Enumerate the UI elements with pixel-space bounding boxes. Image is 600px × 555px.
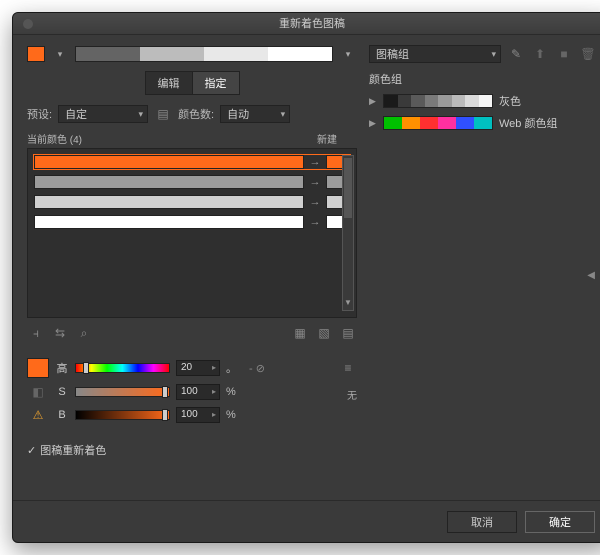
- brightness-field[interactable]: 100: [176, 407, 220, 423]
- dialog-footer: 取消 确定: [13, 500, 600, 542]
- tool-find-icon[interactable]: ⌕: [75, 324, 93, 342]
- right-panel: 图稿组 ✎ ⬆ ■ 🗑 颜色组 ▶ 灰色 ▶ Web 颜色组 ◀: [369, 45, 597, 495]
- arrow-right-icon[interactable]: →: [308, 196, 322, 208]
- convert-icon[interactable]: ◧: [27, 383, 49, 401]
- current-color-bar[interactable]: [34, 175, 304, 189]
- trash-icon: 🗑: [579, 45, 597, 63]
- hue-label: 高: [55, 360, 69, 376]
- group-swatch-web: [383, 116, 493, 130]
- color-row[interactable]: →: [34, 155, 350, 169]
- color-count-dropdown[interactable]: 自动: [220, 105, 290, 123]
- slider-menu-icon[interactable]: ≡: [339, 359, 357, 377]
- base-color-swatch[interactable]: [27, 46, 45, 62]
- color-count-label: 颜色数:: [178, 106, 214, 122]
- saturation-field[interactable]: 100: [176, 384, 220, 400]
- cancel-button[interactable]: 取消: [447, 511, 517, 533]
- disclosure-triangle-icon[interactable]: ▶: [369, 96, 377, 107]
- preset-options-icon[interactable]: ▤: [154, 105, 172, 123]
- window-close-dot[interactable]: [23, 19, 33, 29]
- new-colors-label: 新建: [317, 131, 337, 146]
- current-color-bar[interactable]: [34, 195, 304, 209]
- recolor-dialog: 重新着色图稿 ▾ ▾ 编辑 指定 预设: 自定 ▤ 颜色数: 自动: [12, 12, 600, 543]
- tool-random-icon[interactable]: ▧: [315, 324, 333, 342]
- mode-tabs: 编辑 指定: [27, 71, 357, 95]
- window-title: 重新着色图稿: [279, 18, 345, 30]
- warning-icon[interactable]: ⚠: [27, 406, 49, 424]
- bri-unit: %: [226, 409, 236, 421]
- recolor-artwork-checkbox[interactable]: ✓ 图稿重新着色: [27, 442, 357, 458]
- color-table-scrollbar[interactable]: ▲ ▼: [342, 155, 354, 311]
- group-swatch-grey: [383, 94, 493, 108]
- color-row[interactable]: →: [34, 195, 350, 209]
- hue-globaltoggle[interactable]: - ⊘: [249, 362, 265, 375]
- current-color-bar[interactable]: [34, 155, 304, 169]
- scroll-thumb[interactable]: [344, 158, 352, 218]
- check-icon: ✓: [27, 444, 36, 457]
- folder-icon: ■: [555, 45, 573, 63]
- tab-assign[interactable]: 指定: [193, 71, 240, 95]
- preset-dropdown[interactable]: 自定: [58, 105, 148, 123]
- color-row[interactable]: →: [34, 175, 350, 189]
- none-label: 无: [347, 387, 357, 402]
- arrow-right-icon[interactable]: →: [308, 216, 322, 228]
- color-row[interactable]: →: [34, 215, 350, 229]
- saturation-label: S: [55, 386, 69, 398]
- group-label: 灰色: [499, 93, 521, 109]
- tab-edit[interactable]: 编辑: [145, 71, 193, 95]
- saturation-slider[interactable]: [75, 387, 170, 397]
- hue-unit: 。: [226, 360, 237, 376]
- brightness-slider[interactable]: [75, 410, 170, 420]
- expand-panel-icon[interactable]: ◀: [587, 270, 595, 281]
- chevron-down-icon[interactable]: ▾: [51, 45, 69, 63]
- color-groups-header: 颜色组: [369, 71, 597, 87]
- arrow-right-icon[interactable]: →: [308, 156, 322, 168]
- hue-slider[interactable]: [75, 363, 170, 373]
- checkbox-label: 图稿重新着色: [40, 442, 106, 458]
- chevron-down-icon[interactable]: ▾: [339, 45, 357, 63]
- artwork-colors-bar[interactable]: [75, 46, 333, 62]
- scroll-down-icon[interactable]: ▼: [343, 298, 353, 310]
- upload-icon: ⬆: [531, 45, 549, 63]
- hue-field[interactable]: 20: [176, 360, 220, 376]
- current-colors-label: 当前颜色 (4): [27, 131, 82, 146]
- sat-unit: %: [226, 386, 236, 398]
- arrow-right-icon[interactable]: →: [308, 176, 322, 188]
- active-color-swatch[interactable]: [27, 358, 49, 378]
- preset-label: 预设:: [27, 106, 52, 122]
- disclosure-triangle-icon[interactable]: ▶: [369, 118, 377, 129]
- color-group-item[interactable]: ▶ 灰色: [369, 93, 597, 109]
- group-dropdown[interactable]: 图稿组: [369, 45, 501, 63]
- brightness-label: B: [55, 409, 69, 421]
- color-table: → → → → ▲: [27, 148, 357, 318]
- tool-sort-icon[interactable]: ⇆: [51, 324, 69, 342]
- eyedropper-icon[interactable]: ✎: [507, 45, 525, 63]
- tool-merge-icon[interactable]: ⫞: [27, 324, 45, 342]
- group-label: Web 颜色组: [499, 115, 557, 131]
- ok-button[interactable]: 确定: [525, 511, 595, 533]
- current-color-bar[interactable]: [34, 215, 304, 229]
- left-panel: ▾ ▾ 编辑 指定 预设: 自定 ▤ 颜色数: 自动 当前颜色 (4) 新建: [27, 45, 357, 495]
- color-group-item[interactable]: ▶ Web 颜色组: [369, 115, 597, 131]
- tool-swatch-icon[interactable]: ▤: [339, 324, 357, 342]
- tool-newrow-icon[interactable]: ▦: [291, 324, 309, 342]
- titlebar[interactable]: 重新着色图稿: [13, 13, 600, 35]
